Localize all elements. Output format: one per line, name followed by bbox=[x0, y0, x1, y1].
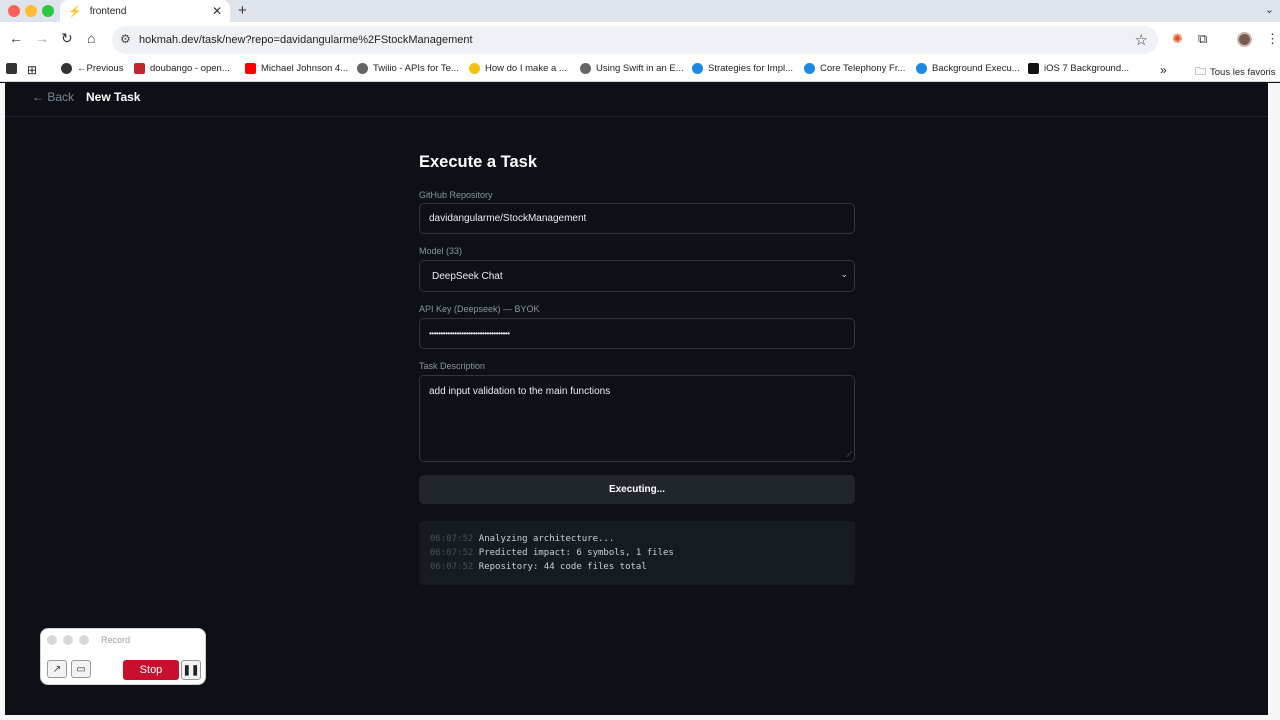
browser-tab[interactable]: ⚡ frontend ✕ bbox=[60, 0, 230, 22]
repo-value: davidangularme/StockManagement bbox=[429, 213, 587, 224]
model-select[interactable]: DeepSeek Chat ⌄ bbox=[419, 260, 855, 292]
browser-menu-icon[interactable]: ⋮ bbox=[1266, 31, 1279, 47]
new-tab-button[interactable]: + bbox=[238, 2, 247, 19]
bookmark-item[interactable]: Strategies for Impl... bbox=[692, 63, 793, 74]
execute-button[interactable]: Executing... bbox=[419, 475, 855, 504]
apikey-value: ••••••••••••••••••••••••••••••••••• bbox=[429, 329, 510, 338]
task-value: add input validation to the main functio… bbox=[429, 386, 611, 397]
bookmark-item[interactable]: Using Swift in an E... bbox=[580, 63, 684, 74]
all-bookmarks-folder[interactable]: 🗀 Tous les favoris bbox=[1195, 63, 1275, 82]
bookmark-item[interactable]: iOS 7 Background... bbox=[1028, 63, 1129, 74]
forward-arrow-icon[interactable]: → bbox=[35, 30, 49, 46]
apps-grid-icon[interactable]: ⊞ bbox=[27, 63, 37, 77]
repo-input[interactable]: davidangularme/StockManagement bbox=[419, 203, 855, 234]
form-heading: Execute a Task bbox=[419, 153, 538, 171]
bookmark-item[interactable]: Core Telephony Fr... bbox=[804, 63, 905, 74]
scrollbar[interactable] bbox=[1268, 83, 1280, 715]
tab-search-icon[interactable]: ⌄ bbox=[1265, 3, 1274, 16]
back-link[interactable]: ← Back bbox=[32, 90, 74, 104]
bookmark-item[interactable]: Michael Johnson 4... bbox=[245, 63, 348, 74]
reload-icon[interactable]: ↻ bbox=[61, 30, 73, 47]
bookmark-item[interactable]: Background Execu... bbox=[916, 63, 1020, 74]
resize-handle-icon[interactable]: ⟋ bbox=[846, 450, 852, 460]
page-title: New Task bbox=[86, 90, 141, 104]
bookmarks-bar: ⊞ ← Previous doubango - open... Michael … bbox=[0, 58, 1280, 82]
tab-title: frontend bbox=[89, 5, 127, 17]
window-edge bbox=[0, 715, 1280, 720]
stop-button[interactable]: Stop bbox=[123, 660, 179, 680]
log-line: 06:07:52 Predicted impact: 6 symbols, 1 … bbox=[430, 548, 674, 558]
apikey-input[interactable]: ••••••••••••••••••••••••••••••••••• bbox=[419, 318, 855, 349]
bolt-icon: ⚡ bbox=[68, 5, 82, 18]
model-label: Model (33) bbox=[419, 246, 463, 256]
bookmark-item[interactable]: doubango - open... bbox=[134, 63, 230, 74]
screen-region-icon[interactable]: ▭ bbox=[71, 660, 91, 678]
repo-label: GitHub Repository bbox=[419, 190, 493, 200]
recorder-widget: Record ↗ ▭ Stop ❚❚ bbox=[40, 628, 206, 685]
recorder-title: Record bbox=[101, 635, 131, 645]
chevron-down-icon: ⌄ bbox=[840, 269, 848, 279]
browser-tab-bar: ⚡ frontend ✕ + ⌄ bbox=[0, 0, 1280, 22]
more-bookmarks-icon[interactable]: » bbox=[1160, 63, 1167, 77]
home-icon[interactable]: ⌂ bbox=[87, 30, 95, 46]
page-header: ← Back New Task bbox=[5, 83, 1268, 117]
extension-icon[interactable]: ✺ bbox=[1172, 31, 1183, 47]
profile-avatar[interactable] bbox=[1237, 32, 1252, 47]
pen-icon[interactable]: ↗ bbox=[47, 660, 67, 678]
execution-log: 06:07:52 Analyzing architecture... 06:07… bbox=[419, 521, 855, 585]
model-value: DeepSeek Chat bbox=[432, 270, 503, 282]
pause-icon[interactable]: ❚❚ bbox=[181, 660, 201, 680]
extensions-puzzle-icon[interactable]: ⧉ bbox=[1198, 31, 1207, 47]
close-window-button[interactable] bbox=[8, 5, 20, 17]
recorder-zoom-button[interactable] bbox=[79, 635, 89, 645]
sidebar-toggle-icon[interactable] bbox=[6, 63, 22, 74]
site-settings-icon[interactable]: ⚙ bbox=[120, 32, 131, 46]
recorder-close-button[interactable] bbox=[47, 635, 57, 645]
log-line: 06:07:52 Analyzing architecture... bbox=[430, 534, 615, 544]
bookmark-star-icon[interactable]: ☆ bbox=[1135, 31, 1148, 49]
zoom-window-button[interactable] bbox=[42, 5, 54, 17]
browser-toolbar: ← → ↻ ⌂ ⚙ hokmah.dev/task/new?repo=david… bbox=[0, 22, 1280, 58]
task-description-textarea[interactable]: add input validation to the main functio… bbox=[419, 375, 855, 462]
back-arrow-icon[interactable]: ← bbox=[9, 30, 23, 46]
apikey-label: API Key (Deepseek) — BYOK bbox=[419, 304, 540, 314]
bookmark-item[interactable]: Twilio - APIs for Te... bbox=[357, 63, 459, 74]
url-text[interactable]: hokmah.dev/task/new?repo=davidangularme%… bbox=[139, 34, 473, 46]
task-label: Task Description bbox=[419, 361, 486, 371]
folder-icon: 🗀 bbox=[1195, 66, 1206, 78]
close-tab-icon[interactable]: ✕ bbox=[212, 4, 222, 18]
minimize-window-button[interactable] bbox=[25, 5, 37, 17]
bookmark-item[interactable]: How do I make a ... bbox=[469, 63, 567, 74]
recorder-minimize-button[interactable] bbox=[63, 635, 73, 645]
page-content: ← Back New Task Execute a Task GitHub Re… bbox=[5, 83, 1268, 715]
bookmark-item[interactable]: ← Previous bbox=[61, 63, 123, 74]
log-line: 06:07:52 Repository: 44 code files total bbox=[430, 562, 647, 572]
address-bar[interactable]: ⚙ hokmah.dev/task/new?repo=davidangularm… bbox=[112, 26, 1158, 54]
